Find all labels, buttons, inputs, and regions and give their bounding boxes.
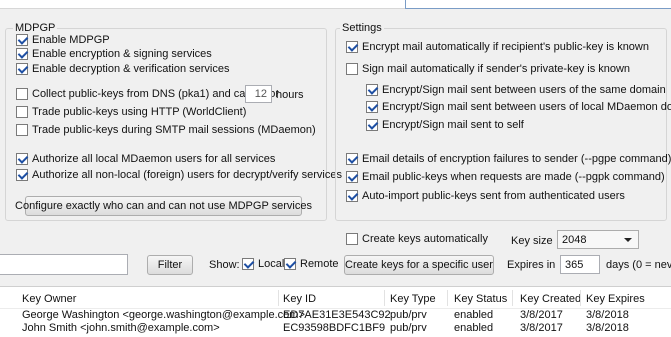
authorize-local-checkbox[interactable]: Authorize all local MDaemon users for al… [16, 153, 275, 165]
filter-button[interactable]: Filter [147, 255, 193, 275]
enable-mdpgp-label: Enable MDPGP [32, 34, 110, 46]
checkbox-box[interactable] [346, 63, 358, 75]
show-local-label: Local [258, 258, 285, 270]
sign-auto-label: Sign mail automatically if sender's priv… [362, 63, 631, 75]
trade-smtp-label: Trade public-keys during SMTP mail sessi… [32, 124, 316, 136]
checkbox-box[interactable] [366, 101, 378, 113]
key-size-value: 2048 [562, 233, 587, 246]
encrypt-auto-checkbox[interactable]: Encrypt mail automatically if recipient'… [346, 41, 649, 53]
cell-key-type: pub/prv [390, 309, 427, 321]
column-header-key-created[interactable]: Key Created [520, 293, 581, 305]
checkbox-box[interactable] [16, 48, 28, 60]
show-remote-label: Remote [300, 258, 339, 270]
trade-http-checkbox[interactable]: Trade public-keys using HTTP (WorldClien… [16, 106, 246, 118]
checkbox-box[interactable] [16, 124, 28, 136]
keys-table: Key Owner Key ID Key Type Key Status Key… [0, 286, 671, 337]
local-domains-label: Encrypt/Sign mail sent between users of … [382, 101, 671, 113]
column-header-key-id[interactable]: Key ID [283, 293, 316, 305]
configure-mdpgp-button[interactable]: Configure exactly who can and can not us… [15, 196, 312, 216]
checkbox-box[interactable] [16, 63, 28, 75]
days-label: days (0 = never) [606, 259, 671, 271]
show-label: Show: [209, 259, 240, 271]
cell-key-id: ED7AE31E3E543C92 [283, 309, 391, 321]
checkbox-box[interactable] [16, 153, 28, 165]
cell-key-status: enabled [454, 322, 494, 334]
authorize-nonlocal-label: Authorize all non-local (foreign) users … [32, 169, 342, 181]
enable-encryption-checkbox[interactable]: Enable encryption & signing services [16, 48, 212, 60]
cache-hours-input[interactable]: 12 [245, 85, 272, 103]
checkbox-box[interactable] [284, 258, 296, 270]
create-keys-specific-user-button[interactable]: Create keys for a specific user [344, 255, 494, 275]
collect-dns-checkbox[interactable]: Collect public-keys from DNS (pka1) and … [16, 88, 279, 100]
expires-days-input[interactable]: 365 [560, 255, 600, 274]
column-header-key-owner[interactable]: Key Owner [22, 293, 76, 305]
filter-search-input[interactable] [0, 254, 128, 275]
checkbox-box[interactable] [366, 119, 378, 131]
trade-http-label: Trade public-keys using HTTP (WorldClien… [32, 106, 247, 118]
checkbox-box[interactable] [346, 153, 358, 165]
cell-key-expires: 3/8/2018 [586, 322, 629, 334]
key-size-label: Key size [511, 235, 553, 247]
column-divider[interactable] [580, 290, 581, 306]
column-divider[interactable] [384, 290, 385, 306]
checkbox-box[interactable] [242, 258, 254, 270]
checkbox-box[interactable] [16, 88, 28, 100]
cell-key-created: 3/8/2017 [520, 309, 563, 321]
same-domain-label: Encrypt/Sign mail sent between users of … [382, 84, 666, 96]
chevron-down-icon [624, 238, 632, 242]
trade-smtp-checkbox[interactable]: Trade public-keys during SMTP mail sessi… [16, 124, 316, 136]
checkbox-box[interactable] [346, 41, 358, 53]
to-self-label: Encrypt/Sign mail sent to self [382, 119, 524, 131]
checkbox-box[interactable] [16, 169, 28, 181]
email-keys-label: Email public-keys when requests are made… [362, 171, 665, 183]
cell-key-type: pub/prv [390, 322, 427, 334]
settings-group-title: Settings [340, 22, 384, 34]
show-remote-checkbox[interactable]: Remote [284, 258, 339, 270]
mdpgp-group-title: MDPGP [13, 22, 58, 34]
authorize-local-label: Authorize all local MDaemon users for al… [32, 153, 276, 165]
collect-dns-label: Collect public-keys from DNS (pka1) and … [32, 88, 279, 100]
key-size-select[interactable]: 2048 [557, 230, 639, 249]
show-local-checkbox[interactable]: Local [242, 258, 284, 270]
top-tab-edge [405, 0, 671, 9]
cell-key-id: EC93598BDFC1BF9 [283, 322, 386, 334]
column-divider[interactable] [447, 290, 448, 306]
checkbox-box[interactable] [346, 233, 358, 245]
email-keys-checkbox[interactable]: Email public-keys when requests are made… [346, 171, 665, 183]
sign-auto-checkbox[interactable]: Sign mail automatically if sender's priv… [346, 63, 630, 75]
enable-decryption-label: Enable decryption & verification service… [32, 63, 230, 75]
cell-key-status: enabled [454, 309, 494, 321]
cell-key-owner: John Smith <john.smith@example.com> [22, 322, 220, 334]
column-divider[interactable] [512, 290, 513, 306]
checkbox-box[interactable] [346, 190, 358, 202]
enable-mdpgp-checkbox[interactable]: Enable MDPGP [16, 34, 110, 46]
email-failures-label: Email details of encryption failures to … [362, 153, 671, 165]
local-domains-checkbox[interactable]: Encrypt/Sign mail sent between users of … [366, 101, 671, 113]
enable-encryption-label: Enable encryption & signing services [32, 48, 212, 60]
hours-label: hours [276, 89, 304, 101]
authorize-nonlocal-checkbox[interactable]: Authorize all non-local (foreign) users … [16, 169, 342, 181]
create-keys-auto-label: Create keys automatically [362, 233, 488, 245]
cell-key-expires: 3/8/2018 [586, 309, 629, 321]
enable-decryption-checkbox[interactable]: Enable decryption & verification service… [16, 63, 229, 75]
column-divider[interactable] [278, 290, 279, 306]
checkbox-box[interactable] [16, 34, 28, 46]
expires-in-label: Expires in [507, 259, 556, 271]
checkbox-box[interactable] [346, 171, 358, 183]
to-self-checkbox[interactable]: Encrypt/Sign mail sent to self [366, 119, 524, 131]
column-header-key-expires[interactable]: Key Expires [586, 293, 645, 305]
checkbox-box[interactable] [16, 106, 28, 118]
column-header-key-status[interactable]: Key Status [454, 293, 507, 305]
cell-key-created: 3/8/2017 [520, 322, 563, 334]
email-failures-checkbox[interactable]: Email details of encryption failures to … [346, 153, 671, 165]
auto-import-checkbox[interactable]: Auto-import public-keys sent from authen… [346, 190, 625, 202]
create-keys-auto-checkbox[interactable]: Create keys automatically [346, 233, 488, 245]
checkbox-box[interactable] [366, 84, 378, 96]
cell-key-owner: George Washington <george.washington@exa… [22, 309, 305, 321]
column-header-key-type[interactable]: Key Type [390, 293, 436, 305]
same-domain-checkbox[interactable]: Encrypt/Sign mail sent between users of … [366, 84, 666, 96]
auto-import-label: Auto-import public-keys sent from authen… [362, 190, 625, 202]
encrypt-auto-label: Encrypt mail automatically if recipient'… [362, 41, 649, 53]
